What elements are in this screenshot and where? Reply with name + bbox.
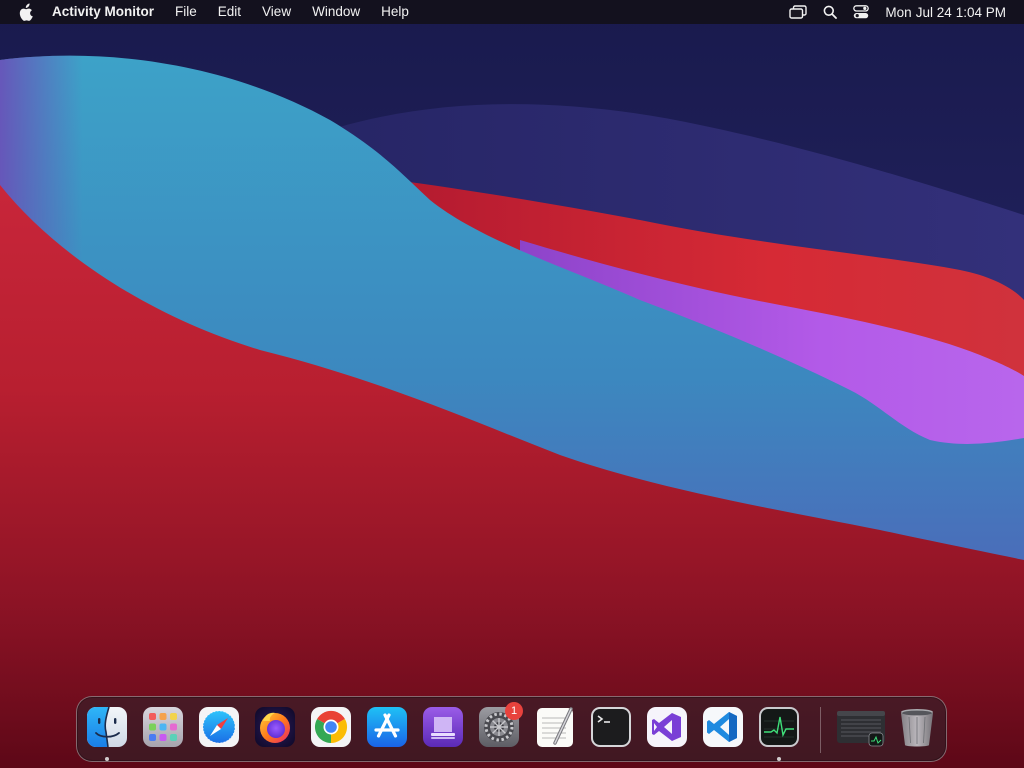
- activity-monitor-running-indicator: [777, 757, 781, 761]
- desktop: Activity Monitor File Edit View Window H…: [0, 0, 1024, 768]
- menu-edit[interactable]: Edit: [218, 0, 241, 24]
- dock-divider: [820, 707, 821, 753]
- vscode-icon[interactable]: [701, 705, 745, 749]
- terminal-icon[interactable]: [589, 705, 633, 749]
- apple-icon[interactable]: [18, 3, 34, 21]
- clock-date: Jul 24: [915, 4, 952, 20]
- chrome-icon[interactable]: [309, 705, 353, 749]
- apple-configurator-icon[interactable]: [421, 705, 465, 749]
- clock-day: Mon: [885, 4, 912, 20]
- spotlight-search-icon[interactable]: [823, 0, 838, 24]
- menu-app-name[interactable]: Activity Monitor: [52, 0, 154, 24]
- finder-running-indicator: [105, 757, 109, 761]
- textedit-icon[interactable]: [533, 705, 577, 749]
- menu-bar-left: Activity Monitor File Edit View Window H…: [18, 0, 430, 24]
- firefox-icon[interactable]: [253, 705, 297, 749]
- control-center-icon[interactable]: [853, 0, 870, 24]
- menu-help[interactable]: Help: [381, 0, 409, 24]
- minimized-window-icon[interactable]: [835, 705, 887, 749]
- menu-view[interactable]: View: [262, 0, 291, 24]
- app-store-icon[interactable]: [365, 705, 409, 749]
- menu-window[interactable]: Window: [312, 0, 360, 24]
- menu-bar: Activity Monitor File Edit View Window H…: [0, 0, 1024, 24]
- menu-bar-clock[interactable]: Mon Jul 24 1:04 PM: [885, 5, 1006, 20]
- dock: 1: [76, 696, 947, 762]
- menu-bar-status: Mon Jul 24 1:04 PM: [773, 0, 1016, 24]
- safari-icon[interactable]: [197, 705, 241, 749]
- system-preferences-icon[interactable]: 1: [477, 702, 523, 749]
- launchpad-icon[interactable]: [141, 705, 185, 749]
- clock-time: 1:04 PM: [955, 4, 1006, 20]
- desktop-wallpaper: [0, 0, 1024, 768]
- finder-icon[interactable]: [85, 705, 129, 761]
- notification-badge: 1: [505, 702, 523, 720]
- screen-mirroring-icon[interactable]: [789, 0, 808, 24]
- activity-monitor-icon[interactable]: [757, 705, 801, 761]
- menu-file[interactable]: File: [175, 0, 197, 24]
- visual-studio-icon[interactable]: [645, 705, 689, 749]
- trash-icon[interactable]: [895, 705, 939, 749]
